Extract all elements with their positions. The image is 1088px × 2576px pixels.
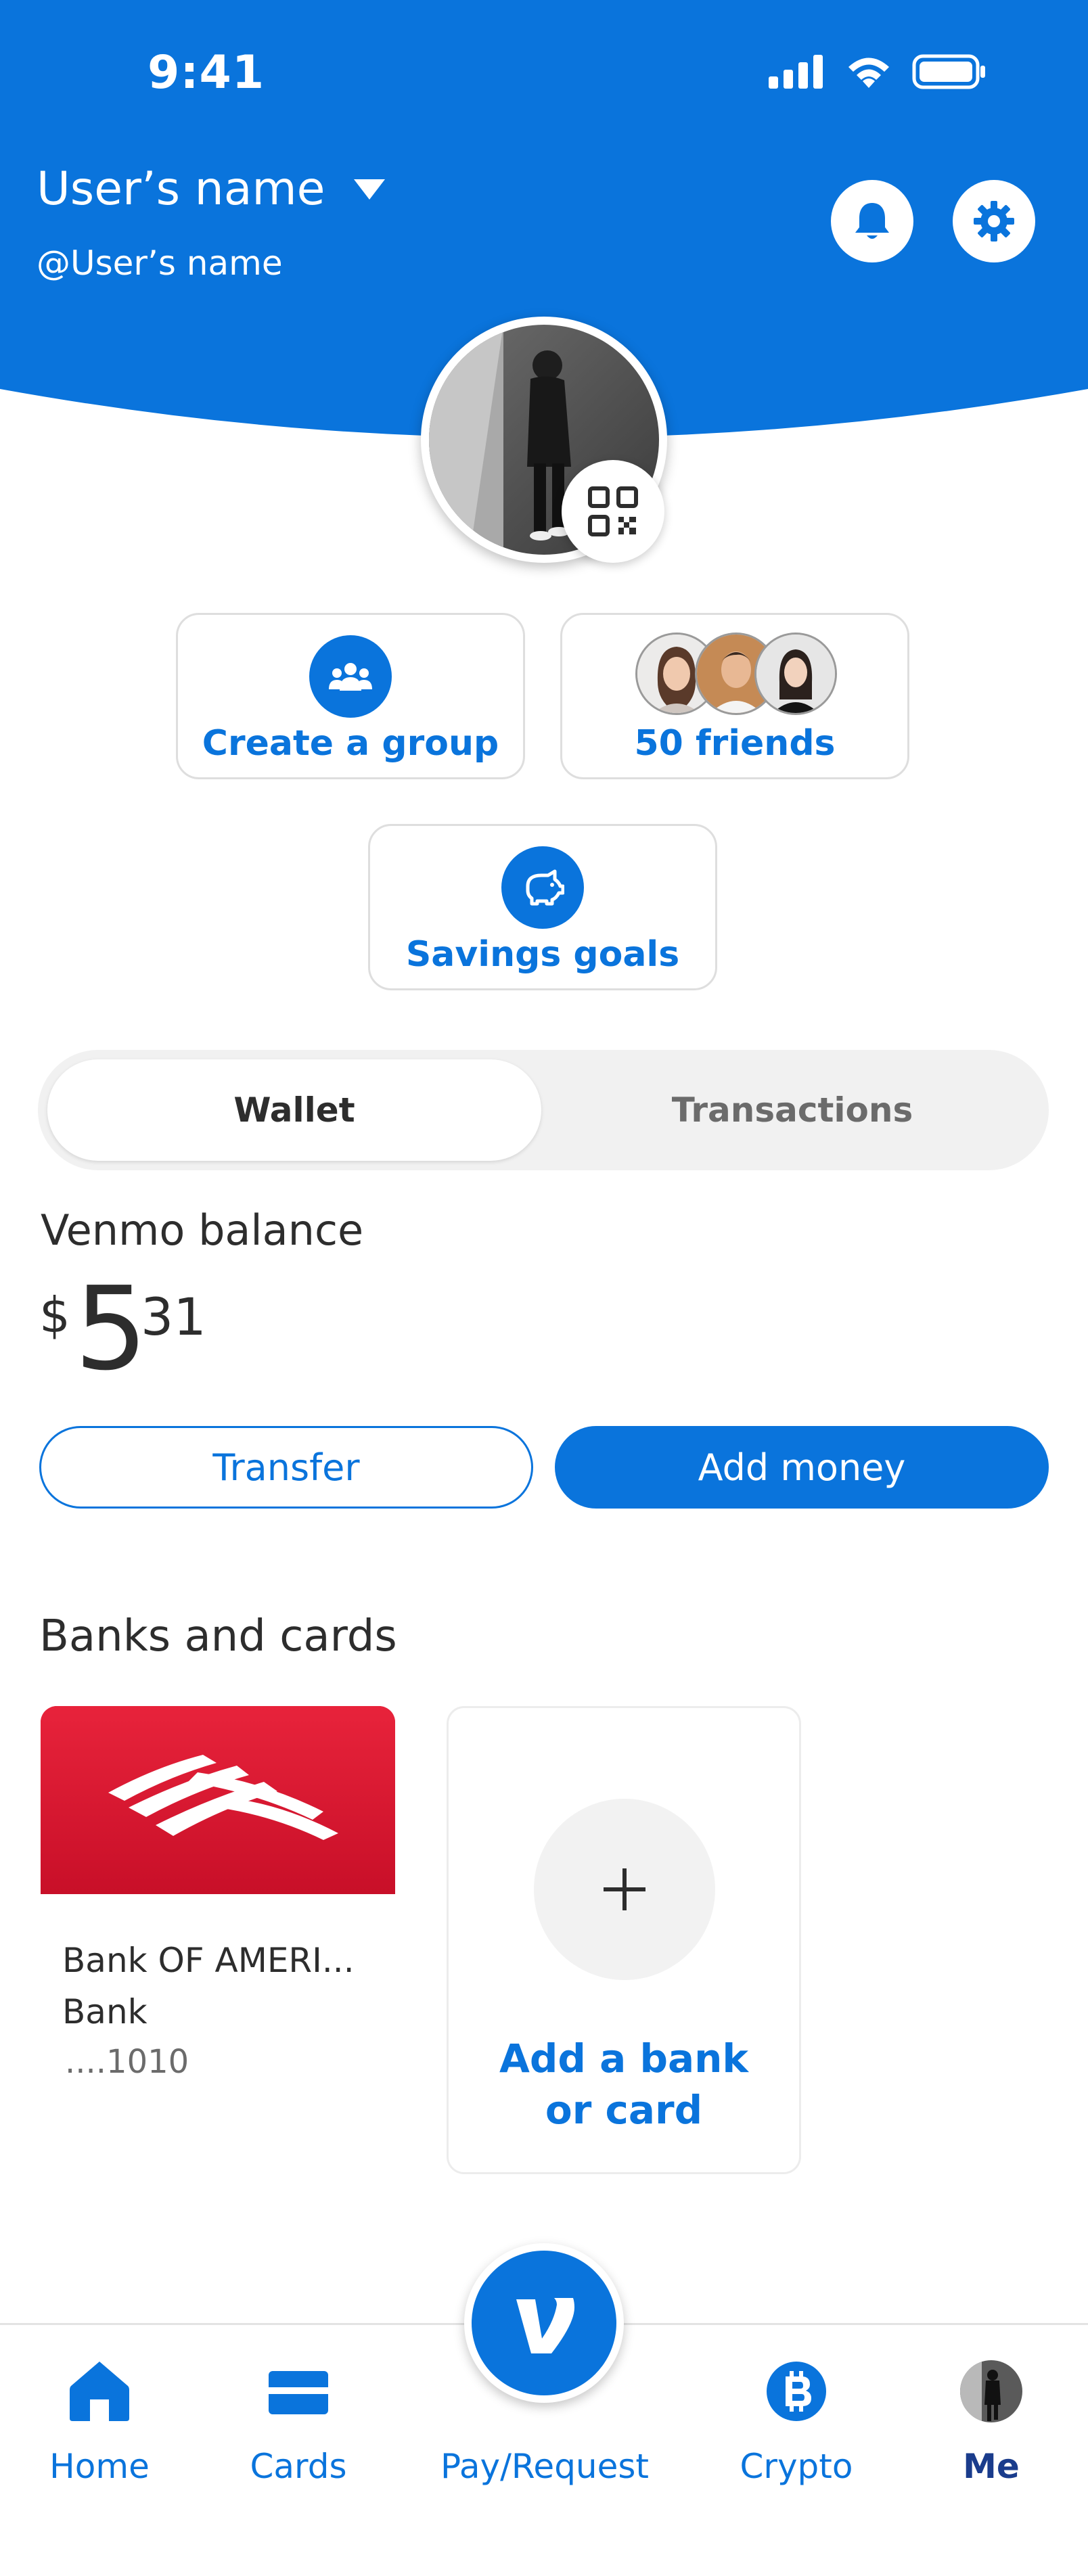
nav-crypto-label: Crypto xyxy=(740,2447,853,2486)
tab-wallet[interactable]: Wallet xyxy=(47,1059,541,1161)
user-handle: @User’s name xyxy=(37,244,283,283)
signal-icon xyxy=(769,55,823,89)
bank-logo-icon xyxy=(41,1706,395,1894)
pay-request-button[interactable] xyxy=(464,2243,624,2403)
wallet-transactions-toggle: Wallet Transactions xyxy=(38,1050,1049,1170)
battery-icon xyxy=(912,54,985,89)
balance-label: Venmo balance xyxy=(41,1205,364,1255)
piggy-bank-icon xyxy=(501,846,584,929)
venmo-logo-icon xyxy=(472,2251,616,2395)
bank-name: Bank OF AMERI... Bank xyxy=(62,1935,355,2038)
nav-home-label: Home xyxy=(49,2447,150,2486)
wifi-icon xyxy=(848,58,889,88)
group-icon xyxy=(309,635,392,718)
add-bank-label: Add a bank or card xyxy=(449,2033,799,2136)
add-bank-or-card-tile[interactable]: Add a bank or card xyxy=(447,1706,801,2174)
gear-icon xyxy=(974,201,1014,242)
bank-account-number: ....1010 xyxy=(65,2043,189,2081)
friends-label: 50 friends xyxy=(634,723,836,764)
card-icon xyxy=(269,2371,328,2414)
me-avatar-icon xyxy=(960,2360,1022,2422)
username: User’s name xyxy=(37,162,325,216)
nav-cards[interactable]: Cards xyxy=(226,2325,371,2576)
nav-home[interactable]: Home xyxy=(27,2325,172,2576)
add-money-button[interactable]: Add money xyxy=(555,1426,1049,1509)
nav-cards-label: Cards xyxy=(250,2447,347,2486)
balance-cents: 31 xyxy=(141,1287,206,1347)
venmo-profile-screen: 9:41 User’s name @User’s name Create a g… xyxy=(0,0,1088,2576)
nav-me[interactable]: Me xyxy=(919,2325,1064,2576)
banks-section-title: Banks and cards xyxy=(39,1611,397,1661)
status-time: 9:41 xyxy=(148,46,265,99)
bank-name-line1: Bank OF AMERI... xyxy=(62,1941,355,1980)
add-bank-line2: or card xyxy=(545,2087,703,2133)
savings-goals-tile[interactable]: Savings goals xyxy=(368,824,717,990)
home-icon xyxy=(70,2362,129,2421)
nav-me-label: Me xyxy=(963,2447,1020,2486)
tab-transactions[interactable]: Transactions xyxy=(545,1059,1039,1161)
create-group-label: Create a group xyxy=(202,723,499,764)
create-group-tile[interactable]: Create a group xyxy=(176,613,525,779)
settings-button[interactable] xyxy=(953,180,1035,262)
bank-card[interactable] xyxy=(41,1706,395,1894)
balance-currency: $ xyxy=(39,1287,70,1343)
status-icons xyxy=(769,54,987,89)
notifications-button[interactable] xyxy=(831,180,913,262)
add-bank-line1: Add a bank xyxy=(499,2036,748,2082)
nav-crypto[interactable]: Crypto xyxy=(724,2325,869,2576)
bank-name-line2: Bank xyxy=(62,1992,148,2031)
chevron-down-icon xyxy=(353,179,385,200)
friends-avatar-stack xyxy=(635,632,838,716)
friend-avatar xyxy=(754,632,837,715)
qr-code-button[interactable] xyxy=(562,460,664,563)
savings-goals-label: Savings goals xyxy=(405,934,680,975)
nav-pay-label: Pay/Request xyxy=(440,2447,650,2486)
account-switcher[interactable]: User’s name xyxy=(37,162,386,216)
crypto-icon xyxy=(767,2362,826,2421)
balance-dollars: 5 xyxy=(74,1262,148,1396)
transfer-button[interactable]: Transfer xyxy=(39,1426,533,1509)
plus-icon xyxy=(534,1799,715,1980)
friends-tile[interactable]: 50 friends xyxy=(560,613,909,779)
qr-code-icon xyxy=(588,486,638,536)
bell-icon xyxy=(855,203,889,239)
